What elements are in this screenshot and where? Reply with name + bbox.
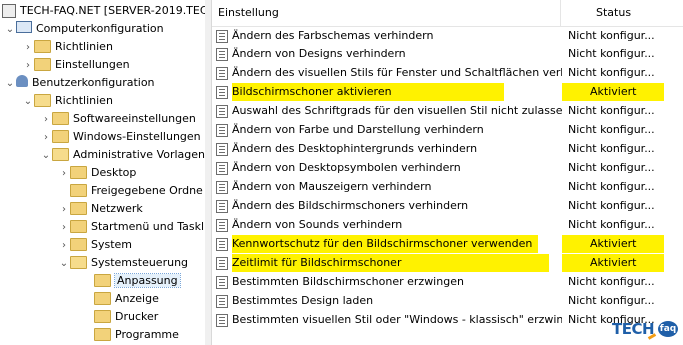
folder-icon — [94, 273, 111, 287]
chevron-right-icon[interactable]: › — [58, 165, 70, 183]
table-row-highlighted[interactable]: Zeitlimit für Bildschirmschoner Aktiviert — [212, 254, 683, 272]
user-icon — [16, 75, 28, 87]
tree-startmenu[interactable]: › Startmenü und Taskl — [58, 218, 204, 236]
policy-icon — [216, 30, 228, 43]
tree-programme[interactable]: Programme — [82, 326, 179, 344]
navigation-tree: TECH-FAQ.NET [SERVER-2019.TECH ⌄ Computer… — [0, 0, 206, 345]
folder-open-icon — [70, 255, 87, 269]
chevron-down-icon[interactable]: ⌄ — [4, 75, 16, 93]
chevron-right-icon[interactable]: › — [58, 219, 70, 237]
column-header-status[interactable]: Status — [596, 0, 631, 26]
tree-software[interactable]: › Softwareeinstellungen — [40, 110, 196, 128]
policy-icon — [216, 162, 228, 175]
policy-icon — [216, 181, 228, 194]
tree-user-config[interactable]: ⌄ Benutzerkonfiguration — [4, 74, 155, 92]
tree-richtlinien-computer[interactable]: › Richtlinien — [22, 38, 113, 56]
folder-icon — [70, 183, 87, 197]
folder-icon — [94, 327, 111, 341]
tree-drucker[interactable]: Drucker — [82, 308, 158, 326]
table-row[interactable]: Ändern von Farbe und Darstellung verhind… — [212, 121, 683, 139]
policy-icon — [216, 124, 228, 137]
tree-windows[interactable]: › Windows-Einstellungen — [40, 128, 201, 146]
tree-richtlinien-user[interactable]: ⌄ Richtlinien — [22, 92, 113, 110]
folder-icon — [52, 129, 69, 143]
policy-icon — [216, 105, 228, 118]
table-row[interactable]: Bestimmtes Design laden Nicht konfigur... — [212, 292, 683, 310]
column-divider[interactable] — [560, 0, 561, 26]
tree-computer-config[interactable]: ⌄ Computerkonfiguration — [4, 20, 164, 38]
chevron-right-icon[interactable]: › — [22, 57, 34, 75]
folder-icon — [70, 201, 87, 215]
table-row[interactable]: Ändern des Bildschirmschoners verhindern… — [212, 197, 683, 215]
chevron-right-icon[interactable]: › — [58, 201, 70, 219]
folder-icon — [34, 57, 51, 71]
folder-icon — [94, 291, 111, 305]
folder-icon — [70, 165, 87, 179]
policy-icon — [216, 314, 228, 327]
table-row[interactable]: Auswahl des Schriftgrads für den visuell… — [212, 102, 683, 120]
folder-icon — [70, 219, 87, 233]
folder-icon — [70, 237, 87, 251]
table-row[interactable]: Bestimmten Bildschirmschoner erzwingen Ni… — [212, 273, 683, 291]
tree-root[interactable]: TECH-FAQ.NET [SERVER-2019.TECH — [2, 2, 205, 20]
computer-icon — [16, 21, 32, 33]
folder-icon — [34, 39, 51, 53]
folder-icon — [94, 309, 111, 323]
table-row[interactable]: Ändern von Designs verhindern Nicht konfi… — [212, 45, 683, 63]
tree-anzeige[interactable]: Anzeige — [82, 290, 159, 308]
list-header: Einstellung Status — [212, 0, 683, 27]
folder-open-icon — [34, 93, 51, 107]
policy-icon — [216, 67, 228, 80]
table-row-highlighted[interactable]: Kennwortschutz für den Bildschirmschoner… — [212, 235, 683, 253]
tree-systemsteuerung[interactable]: ⌄ Systemsteuerung — [58, 254, 188, 272]
tech-faq-logo: TECH faq — [612, 320, 678, 340]
folder-open-icon — [52, 147, 69, 161]
chevron-down-icon[interactable]: ⌄ — [40, 147, 52, 165]
pane-splitter[interactable] — [205, 0, 212, 345]
tree-desktop[interactable]: › Desktop — [58, 164, 136, 182]
chevron-down-icon[interactable]: ⌄ — [22, 93, 34, 111]
table-row[interactable]: Ändern von Mauszeigern verhindern Nicht k… — [212, 178, 683, 196]
table-row[interactable]: Ändern von Sounds verhindern Nicht konfig… — [212, 216, 683, 234]
tree-freigegebene[interactable]: Freigegebene Ordne — [58, 182, 203, 200]
policy-icon — [216, 295, 228, 308]
gpo-icon — [2, 4, 16, 18]
tree-admin[interactable]: ⌄ Administrative Vorlagen — [40, 146, 205, 164]
policy-icon — [216, 200, 228, 213]
chevron-right-icon[interactable]: › — [40, 129, 52, 147]
tree-einstellungen-computer[interactable]: › Einstellungen — [22, 56, 130, 74]
table-row[interactable]: Ändern des Desktophintergrunds verhinder… — [212, 140, 683, 158]
policy-icon — [216, 48, 228, 61]
table-row-highlighted[interactable]: Bildschirmschoner aktivieren Aktiviert — [212, 83, 683, 101]
policy-icon — [216, 257, 228, 270]
policy-icon — [216, 238, 228, 251]
policy-icon — [216, 276, 228, 289]
policy-icon — [216, 143, 228, 156]
chevron-down-icon[interactable]: ⌄ — [4, 21, 16, 39]
table-row[interactable]: Ändern des visuellen Stils für Fenster u… — [212, 64, 683, 82]
table-row[interactable]: Ändern von Desktopsymbolen verhindern Nic… — [212, 159, 683, 177]
tree-system[interactable]: › System — [58, 236, 132, 254]
policy-icon — [216, 219, 228, 232]
chevron-down-icon[interactable]: ⌄ — [58, 255, 70, 273]
tree-netzwerk[interactable]: › Netzwerk — [58, 200, 143, 218]
tree-anpassung[interactable]: Anpassung — [82, 272, 181, 290]
table-row[interactable]: Ändern des Farbschemas verhindern Nicht k… — [212, 27, 683, 45]
chevron-right-icon[interactable]: › — [22, 39, 34, 57]
chevron-right-icon[interactable]: › — [40, 111, 52, 129]
policy-icon — [216, 86, 228, 99]
settings-list: Einstellung Status Ändern des Farbschema… — [212, 0, 683, 345]
column-header-setting[interactable]: Einstellung — [218, 0, 279, 26]
folder-icon — [52, 111, 69, 125]
chevron-right-icon[interactable]: › — [58, 237, 70, 255]
